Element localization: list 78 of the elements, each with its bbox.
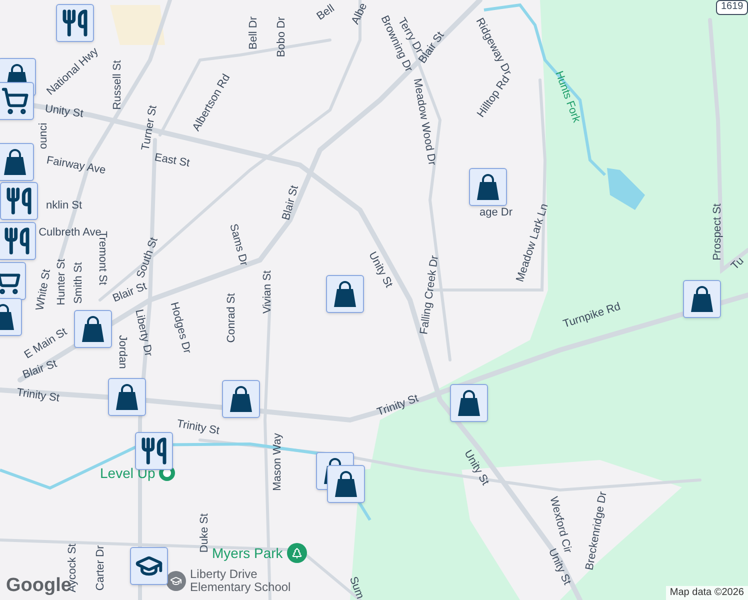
street-label: Jordan xyxy=(116,335,128,369)
street-label: Albe xyxy=(350,2,370,26)
shopping-cart-icon xyxy=(1,87,29,115)
street-label: Bell Dr xyxy=(248,16,260,50)
street-label: Culbreth Ave xyxy=(38,228,102,238)
map-marker[interactable] xyxy=(108,378,146,416)
street-label: Carter Dr xyxy=(96,545,106,591)
map-marker[interactable] xyxy=(450,384,488,422)
shopping-bag-icon xyxy=(475,173,501,201)
map-marker[interactable] xyxy=(469,168,507,206)
street-label: Liberty Dr xyxy=(132,308,154,358)
map-marker[interactable] xyxy=(0,143,34,181)
shopping-bag-icon xyxy=(228,385,254,413)
route-shield: 1619 xyxy=(716,0,748,14)
street-label: Conrad St xyxy=(226,293,238,343)
street-label: Trinity St xyxy=(176,418,220,438)
shopping-bag-icon xyxy=(80,315,106,343)
map-attribution: Map data ©2026 xyxy=(666,586,748,600)
street-label: Unity St xyxy=(44,104,84,120)
street-label: White St xyxy=(34,268,54,312)
street-label: Blair St xyxy=(21,358,59,382)
street-label: Bell xyxy=(315,3,337,23)
map-marker[interactable] xyxy=(0,222,36,260)
street-label: E Main St xyxy=(22,326,70,362)
place-label[interactable]: Liberty Drive Elementary School xyxy=(190,568,320,594)
shopping-bag-icon xyxy=(114,383,140,411)
street-label: Hunter St xyxy=(56,258,68,306)
street-label: Trinity St xyxy=(376,393,420,419)
street-label: Smith St xyxy=(74,262,84,304)
fork-knife-icon xyxy=(5,187,33,215)
fork-knife-icon xyxy=(3,227,31,255)
street-label: Duke St xyxy=(200,513,210,553)
map-marker[interactable] xyxy=(0,182,38,220)
shopping-bag-icon xyxy=(333,470,359,498)
map-marker[interactable] xyxy=(683,280,721,318)
map-marker[interactable] xyxy=(326,275,364,313)
street-label: Sams Dr xyxy=(227,222,249,268)
street-label: Russell St xyxy=(112,60,124,110)
street-label: age Dr xyxy=(479,208,513,218)
street-label: Blair St xyxy=(112,281,148,305)
stream-label: Hunts Fork xyxy=(552,70,582,124)
street-label: Falling Creek Dr xyxy=(419,254,441,336)
map-marker[interactable] xyxy=(56,4,94,42)
map-marker[interactable] xyxy=(74,310,112,348)
street-label: Meadow Wood Dr xyxy=(410,78,438,166)
street-label: Hodges Dr xyxy=(168,301,192,355)
street-label: South St xyxy=(136,236,160,280)
street-label: Fairway Ave xyxy=(46,155,106,177)
street-label: ounci xyxy=(38,122,50,150)
street-label: Turnpike Rd xyxy=(562,302,622,330)
place-label[interactable]: Myers Park xyxy=(212,546,283,560)
street-label: East St xyxy=(154,152,190,170)
street-label: Turner St xyxy=(140,104,160,152)
map-marker[interactable] xyxy=(327,465,365,503)
shopping-bag-icon xyxy=(2,148,28,176)
street-label: Tu xyxy=(730,256,746,272)
street-label: Prospect St xyxy=(712,204,724,260)
fork-knife-icon xyxy=(140,437,168,465)
tree-icon xyxy=(286,543,307,563)
street-label: Bobo Dr xyxy=(276,16,288,58)
street-label: Blair St xyxy=(281,184,301,222)
graduation-cap-icon xyxy=(166,571,186,591)
street-label: Vivian St xyxy=(262,270,274,314)
shopping-bag-icon xyxy=(689,285,715,313)
shopping-bag-icon xyxy=(332,280,358,308)
street-label: nklin St xyxy=(46,200,82,212)
map-marker[interactable] xyxy=(130,547,168,585)
map-marker[interactable] xyxy=(135,432,173,470)
fork-knife-icon xyxy=(61,9,89,37)
street-label: Trinity St xyxy=(16,388,60,404)
map-marker[interactable] xyxy=(0,82,34,120)
street-label: Mason Way xyxy=(272,433,284,491)
pond-area xyxy=(607,168,645,210)
street-label: Sum xyxy=(346,576,366,600)
street-label: Unity St xyxy=(366,250,394,290)
map-marker[interactable] xyxy=(222,380,260,418)
shopping-bag-icon xyxy=(456,389,482,417)
campus-area xyxy=(110,5,165,45)
